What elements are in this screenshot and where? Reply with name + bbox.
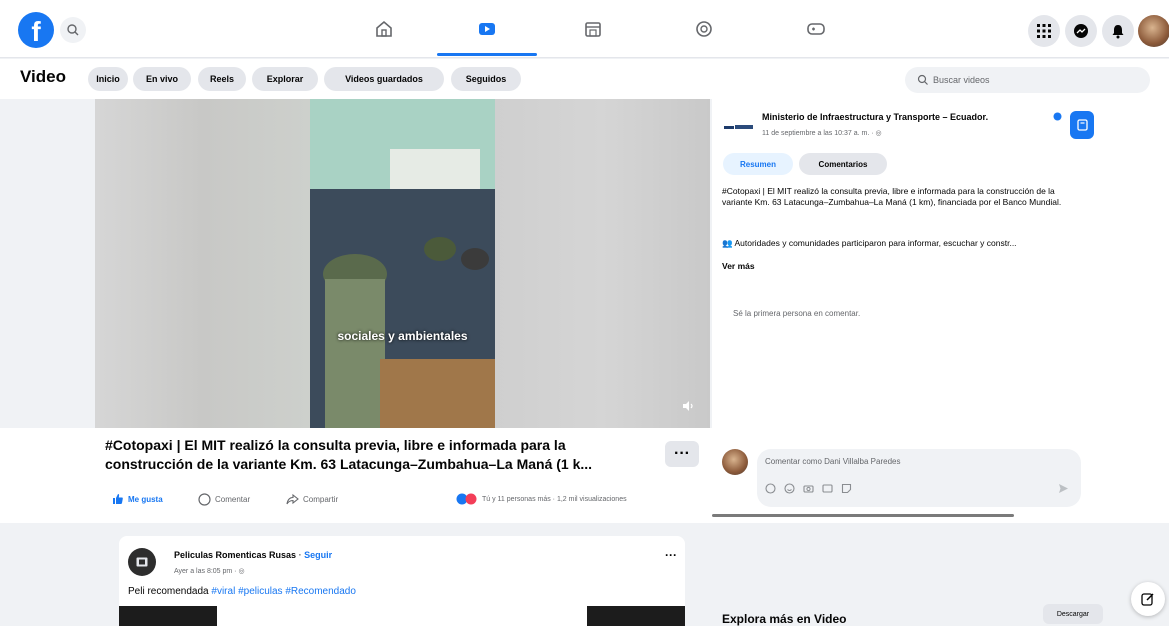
download-button[interactable]: Descargar (1043, 604, 1103, 624)
notifications-icon (1112, 25, 1124, 39)
send-icon[interactable] (1058, 483, 1069, 494)
tab-comentarios[interactable]: Comentarios (799, 153, 887, 175)
video-blur-left (95, 99, 310, 428)
tab-videos-guardados[interactable]: Videos guardados (324, 67, 444, 91)
share-icon (286, 493, 299, 505)
avatar-sticker-icon[interactable] (765, 483, 776, 494)
nav-gaming[interactable] (786, 14, 846, 44)
video-caption: sociales y ambientales (337, 329, 468, 343)
sticker-icon[interactable] (841, 483, 852, 494)
see-more-link[interactable]: Ver más (722, 261, 1077, 272)
video-blur-right (495, 99, 710, 428)
home-icon (376, 20, 392, 37)
comment-icon (198, 493, 211, 506)
page-logo[interactable] (722, 114, 756, 140)
bookmark-icon (1076, 119, 1088, 131)
verified-badge-icon (1053, 112, 1062, 121)
messenger-button[interactable] (1065, 15, 1097, 47)
post-description: #Cotopaxi | El MIT realizó la consulta p… (722, 186, 1062, 207)
tab-en-vivo[interactable]: En vivo (133, 67, 191, 91)
feed-post-card: Peliculas Romenticas Rusas · Seguir Ayer… (119, 536, 685, 626)
menu-grid-icon (1037, 24, 1051, 38)
video-title: #Cotopaxi | El MIT realizó la consulta p… (105, 437, 593, 472)
explore-more-heading: Explora más en Video (722, 612, 847, 626)
new-message-button[interactable] (1131, 582, 1165, 616)
video-search-input[interactable]: Buscar videos (905, 67, 1150, 93)
more-options-button[interactable]: ··· (665, 441, 699, 467)
search-icon (67, 24, 79, 36)
post-description-continued: 👥 Autoridades y comunidades participaron… (722, 238, 1017, 248)
tab-inicio[interactable]: Inicio (88, 67, 128, 91)
comment-placeholder: Comentar como Dani Villalba Paredes (765, 457, 901, 466)
post-timestamp: 11 de septiembre a las 10:37 a. m. · ◎ (762, 130, 882, 137)
groups-icon (696, 21, 712, 37)
feed-page-name[interactable]: Peliculas Romenticas Rusas (174, 550, 296, 560)
nav-home[interactable] (354, 14, 414, 44)
nav-groups[interactable] (674, 14, 734, 44)
reactions-count: Tú y 11 personas más · 1,2 mil visualiza… (482, 495, 627, 503)
share-button[interactable]: Compartir (286, 493, 338, 506)
emoji-icon[interactable] (784, 483, 795, 494)
ministry-logo-icon (724, 125, 753, 129)
page-name[interactable]: Ministerio de Infraestructura y Transpor… (762, 112, 988, 122)
search-button[interactable] (60, 17, 86, 43)
comment-button[interactable]: Comentar (198, 493, 250, 506)
more-icon: ··· (674, 445, 690, 462)
reactions-summary[interactable]: Tú y 11 personas más · 1,2 mil visualiza… (456, 493, 627, 505)
like-label: Me gusta (128, 494, 163, 504)
feed-video-preview[interactable] (119, 606, 685, 626)
gaming-icon (807, 23, 825, 35)
search-placeholder: Buscar videos (933, 75, 990, 85)
menu-button[interactable] (1028, 15, 1060, 47)
video-subheader: Video Inicio En vivo Reels Explorar Vide… (0, 59, 1169, 99)
feed-more-button[interactable]: ··· (665, 548, 677, 562)
feed-hashtags[interactable]: #viral #peliculas #Recomendado (211, 586, 356, 597)
globe-icon: ◎ (238, 568, 245, 575)
no-comments-text: Sé la primera persona en comentar. (733, 309, 861, 318)
tab-resumen[interactable]: Resumen (723, 153, 793, 175)
watch-icon (479, 23, 495, 35)
camera-icon[interactable] (803, 483, 814, 494)
save-post-button[interactable] (1070, 111, 1094, 139)
tab-seguidos[interactable]: Seguidos (451, 67, 521, 91)
facebook-logo[interactable]: f (18, 12, 54, 48)
comment-label: Comentar (215, 495, 251, 504)
reaction-icons (456, 493, 477, 505)
compose-icon (1141, 593, 1154, 606)
share-label: Compartir (303, 495, 339, 504)
horizontal-scrollbar[interactable] (712, 514, 1014, 517)
follow-link[interactable]: Seguir (304, 550, 332, 560)
messenger-icon (1074, 24, 1088, 38)
feed-timestamp: Ayer a las 8:05 pm · ◎ (174, 568, 245, 575)
globe-icon: ◎ (875, 130, 882, 137)
film-icon (136, 557, 148, 567)
tab-explorar[interactable]: Explorar (252, 67, 318, 91)
feed-page-name-row: Peliculas Romenticas Rusas · Seguir (174, 550, 333, 560)
like-button[interactable]: Me gusta (112, 493, 163, 505)
video-player[interactable]: sociales y ambientales (95, 99, 710, 428)
active-tab-indicator (437, 53, 537, 56)
page-title: Video (20, 67, 66, 86)
nav-watch[interactable] (457, 14, 517, 44)
marketplace-icon (585, 22, 601, 37)
profile-avatar[interactable] (1138, 15, 1169, 47)
nav-marketplace[interactable] (563, 14, 623, 44)
top-navigation-bar: f (0, 0, 1169, 58)
video-scene-image (310, 99, 495, 428)
comment-input[interactable]: Comentar como Dani Villalba Paredes (757, 449, 1081, 507)
feed-post-text: Peli recomendada #viral #peliculas #Reco… (128, 586, 356, 597)
volume-button[interactable] (681, 399, 695, 416)
tab-reels[interactable]: Reels (198, 67, 246, 91)
video-frame (310, 99, 495, 428)
like-icon (113, 494, 123, 504)
comment-tools (765, 483, 852, 494)
volume-icon (683, 401, 693, 411)
feed-page-avatar[interactable] (128, 548, 156, 576)
gif-icon[interactable] (822, 483, 833, 494)
commenter-avatar (722, 449, 748, 475)
search-icon (917, 74, 928, 85)
notifications-button[interactable] (1102, 15, 1134, 47)
